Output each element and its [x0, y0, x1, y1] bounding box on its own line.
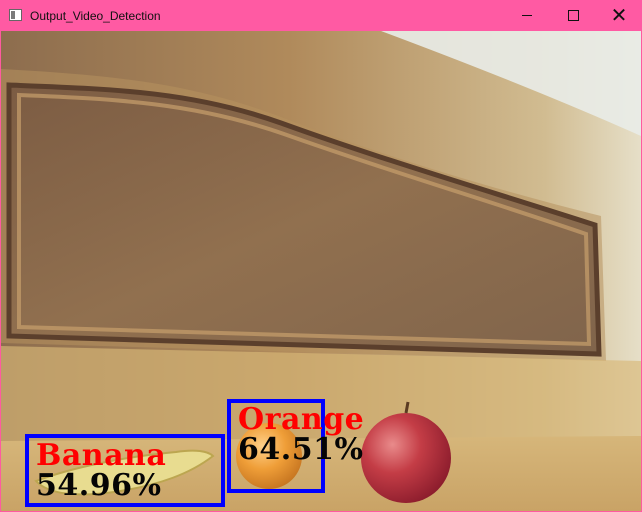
- title-bar[interactable]: Output_Video_Detection ✕: [0, 0, 642, 31]
- orange-label: Orange: [238, 402, 365, 437]
- banana-confidence: 54.96%: [36, 468, 162, 503]
- window-app-icon: [9, 9, 22, 21]
- maximize-icon: [568, 10, 579, 21]
- maximize-button[interactable]: [550, 0, 596, 31]
- video-frame: Orange 64.51% Banana 54.96%: [1, 31, 641, 511]
- banana-label: Banana: [36, 438, 167, 473]
- minimize-icon: [522, 15, 532, 16]
- minimize-button[interactable]: [504, 0, 550, 31]
- window-title: Output_Video_Detection: [30, 9, 161, 23]
- apple-stem: [404, 401, 410, 414]
- output-video-window: Output_Video_Detection ✕ Orange 64.51% B…: [0, 0, 642, 512]
- orange-confidence: 64.51%: [238, 432, 364, 467]
- close-icon: ✕: [610, 3, 628, 27]
- close-button[interactable]: ✕: [596, 0, 642, 31]
- apple: [361, 413, 451, 503]
